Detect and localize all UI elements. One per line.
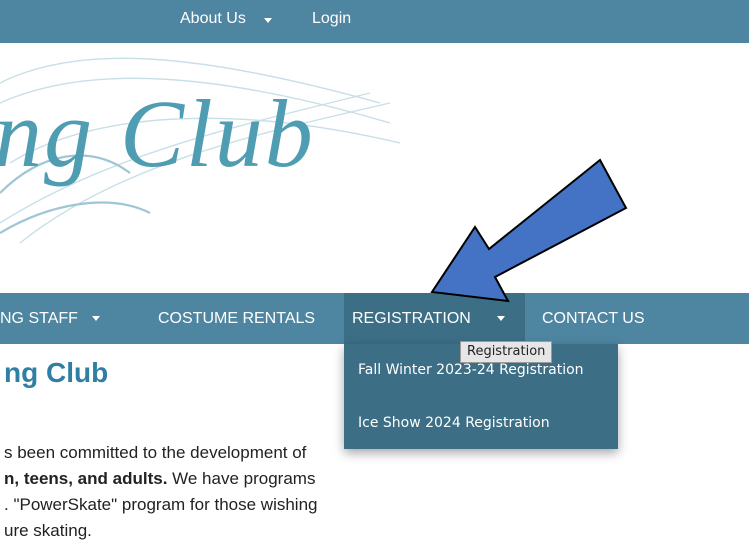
page-heading: ng Club xyxy=(4,357,109,388)
intro-text-line: n, teens, and adults. We have programs xyxy=(4,469,315,489)
nav-item-contact-us[interactable]: CONTACT US xyxy=(542,293,645,344)
top-navigation-bar: About Us Login xyxy=(0,0,749,43)
nav-item-label: COSTUME RENTALS xyxy=(158,310,316,327)
nav-item-costume-rentals[interactable]: COSTUME RENTALS xyxy=(158,293,315,344)
menu-item-fall-winter-registration[interactable]: Fall Winter 2023-24 Registration xyxy=(358,362,584,378)
main-navigation-bar: NG STAFF COSTUME RENTALS REGISTRATION CO… xyxy=(0,293,749,344)
menu-item-ice-show-registration[interactable]: Ice Show 2024 Registration xyxy=(358,415,550,431)
chevron-down-icon xyxy=(92,316,101,322)
chevron-down-icon[interactable] xyxy=(264,18,272,23)
tooltip: Registration xyxy=(460,341,553,363)
login-link[interactable]: Login xyxy=(312,10,351,28)
nav-item-label: CONTACT US xyxy=(542,310,645,327)
intro-text-line: s been committed to the development of xyxy=(4,443,307,462)
about-us-link[interactable]: About Us xyxy=(180,10,246,28)
intro-text-line: . "PowerSkate" program for those wishing xyxy=(4,495,318,514)
nav-item-coaching-staff[interactable]: NG STAFF xyxy=(0,293,101,344)
nav-item-registration[interactable]: REGISTRATION xyxy=(344,293,526,344)
nav-item-label: NG STAFF xyxy=(0,310,78,327)
club-logo-text[interactable]: ng Club xyxy=(0,78,315,189)
chevron-down-icon xyxy=(497,316,506,322)
intro-text-rest: We have programs xyxy=(167,469,316,488)
intro-text-bold: n, teens, and adults. xyxy=(4,469,168,488)
intro-text-line: ure skating. xyxy=(4,521,92,540)
nav-item-label: REGISTRATION xyxy=(352,310,471,327)
